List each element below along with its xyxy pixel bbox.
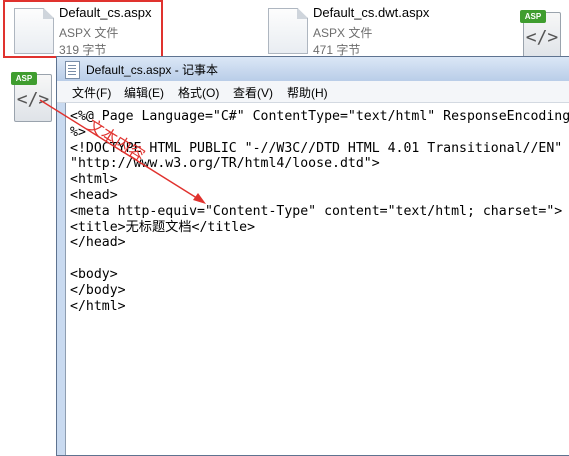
code-glyph-icon: </> xyxy=(16,89,50,110)
menu-bar: 文件(F) 编辑(E) 格式(O) 查看(V) 帮助(H) xyxy=(57,81,569,103)
code-line: %> xyxy=(70,124,86,140)
file-tile-default-cs-dwt-aspx[interactable]: Default_cs.dwt.aspx ASPX 文件 471 字节 xyxy=(260,0,490,58)
code-glyph-icon: </> xyxy=(525,27,559,48)
code-line: "http://www.w3.org/TR/html4/loose.dtd"> xyxy=(70,156,380,172)
code-content: <%@ Page Language="C#" ContentType="text… xyxy=(66,109,569,314)
file-type: ASPX 文件 xyxy=(59,26,119,40)
code-line: <meta http-equiv="Content-Type" content=… xyxy=(70,203,563,219)
menu-help[interactable]: 帮助(H) xyxy=(287,84,328,101)
menu-format[interactable]: 格式(O) xyxy=(178,84,219,101)
asp-file-icon[interactable]: ASP </> xyxy=(520,10,561,60)
code-line: </body> xyxy=(70,282,126,298)
notepad-window: Default_cs.aspx - 记事本 文件(F) 编辑(E) 格式(O) … xyxy=(56,56,569,456)
code-line: <!DOCTYPE HTML PUBLIC "-//W3C//DTD HTML … xyxy=(70,140,563,156)
code-line: <head> xyxy=(70,187,118,203)
window-title: Default_cs.aspx - 记事本 xyxy=(86,63,219,77)
text-editor[interactable]: <%@ Page Language="C#" ContentType="text… xyxy=(65,103,569,455)
asp-file-icon[interactable]: ASP </> xyxy=(11,72,52,122)
aspx-file-icon xyxy=(14,8,54,54)
code-line: <body> xyxy=(70,266,118,282)
asp-badge: ASP xyxy=(520,10,546,23)
file-type: ASPX 文件 xyxy=(313,26,373,40)
menu-file[interactable]: 文件(F) xyxy=(72,84,111,101)
aspx-file-icon xyxy=(268,8,308,54)
code-line: <%@ Page Language="C#" ContentType="text… xyxy=(70,109,569,124)
menu-view[interactable]: 查看(V) xyxy=(233,84,273,101)
code-line: </html> xyxy=(70,298,126,314)
file-name: Default_cs.dwt.aspx xyxy=(313,5,430,20)
code-line: <title>无标题文档</title> xyxy=(70,219,256,235)
code-line: <html> xyxy=(70,172,118,188)
code-line: </head> xyxy=(70,235,126,251)
file-name: Default_cs.aspx xyxy=(59,5,152,20)
asp-badge: ASP xyxy=(11,72,37,85)
notepad-app-icon[interactable] xyxy=(65,61,80,79)
title-bar[interactable]: Default_cs.aspx - 记事本 xyxy=(57,57,569,81)
file-tile-default-cs-aspx[interactable]: Default_cs.aspx ASPX 文件 319 字节 xyxy=(0,0,165,58)
menu-edit[interactable]: 编辑(E) xyxy=(124,84,164,101)
